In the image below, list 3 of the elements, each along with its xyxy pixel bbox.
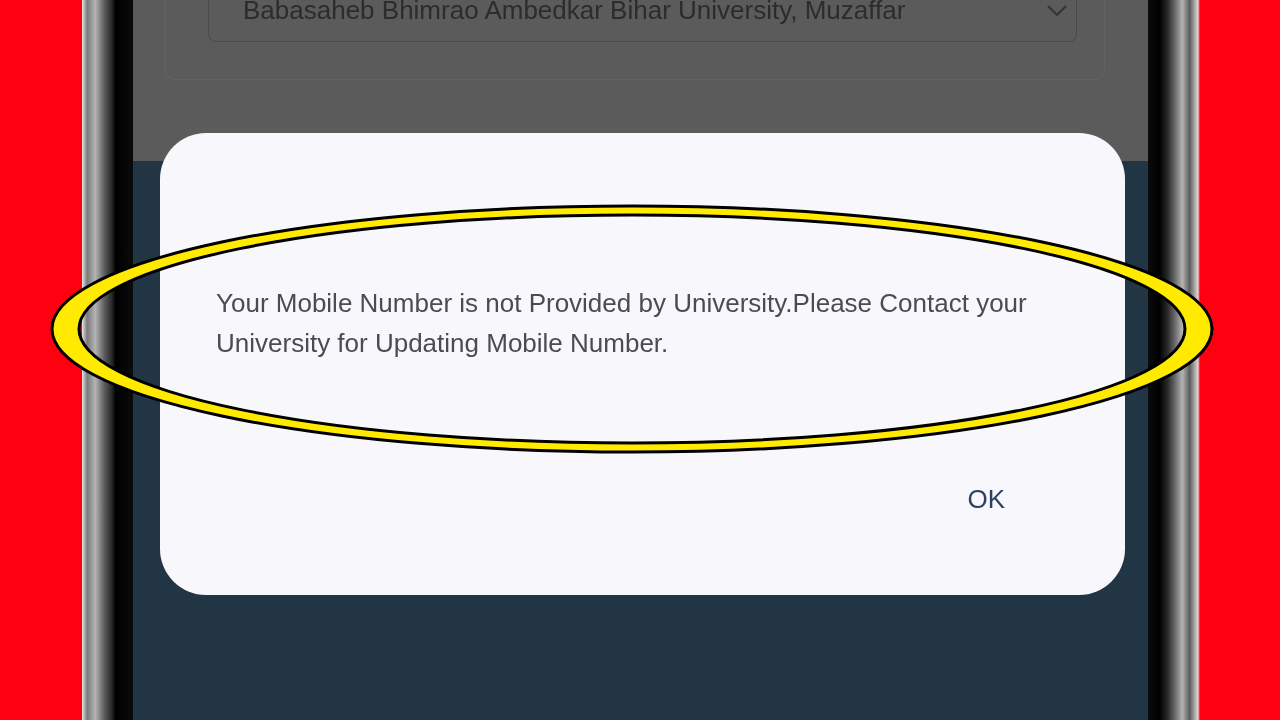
chevron-down-icon bbox=[1047, 5, 1067, 16]
dialog-message: Your Mobile Number is not Provided by University.Please Contact your University for Updating Mobile Number. bbox=[216, 287, 1028, 360]
ok-button[interactable]: OK bbox=[951, 475, 1021, 523]
